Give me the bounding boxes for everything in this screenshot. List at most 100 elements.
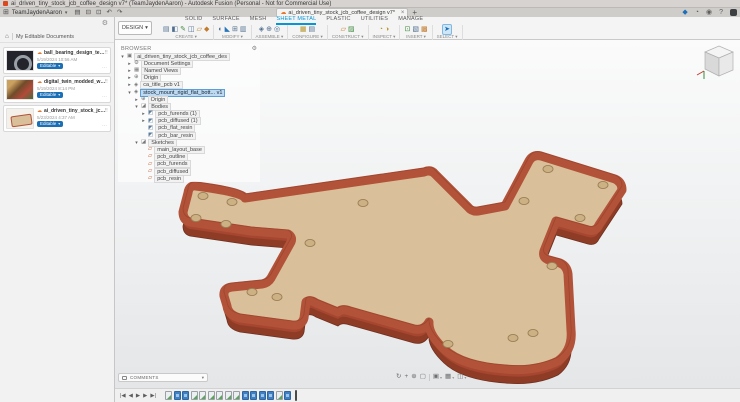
timeline-feature-feature-10[interactable] xyxy=(250,391,257,400)
timeline-feature-sketch-3[interactable] xyxy=(191,391,198,400)
expand-arrow-icon[interactable]: ▸ xyxy=(141,118,146,124)
part-body[interactable] xyxy=(183,152,622,384)
browser-item-stock-mount-rigid-flat-b[interactable]: ▾◈stock_mount_rigid_flat_bott... v1 xyxy=(118,89,260,96)
ribbon-tab-plastic[interactable]: PLASTIC xyxy=(326,16,350,25)
timeline-feature-feature-2[interactable] xyxy=(182,391,189,400)
expand-arrow-icon[interactable]: ▸ xyxy=(127,68,132,74)
timeline-feature-sketch-5[interactable] xyxy=(208,391,215,400)
create-sketch-icon[interactable]: ✎ xyxy=(180,25,186,34)
fit-icon[interactable]: ▢ xyxy=(420,372,426,382)
editable-badge[interactable]: Editable▾ xyxy=(37,92,63,98)
section-analysis-icon[interactable]: ◑ xyxy=(385,25,389,34)
file-menu-icon[interactable]: ▤ xyxy=(73,8,81,17)
step-back-button[interactable]: ◀ xyxy=(128,390,134,402)
model-canvas[interactable]: BROWSER ⚙ ▾▣ai_driven_tiny_stock_jcb_cof… xyxy=(115,40,740,388)
document-card[interactable]: ☁ai_driven_tiny_stock_jcb_coffe5/23/2024… xyxy=(3,105,111,132)
joint-origin-icon[interactable]: ◎ xyxy=(274,25,280,34)
ribbon-tab-utilities[interactable]: UTILITIES xyxy=(361,16,388,25)
notification-bell-icon[interactable]: ◉ xyxy=(704,8,714,17)
expand-arrow-icon[interactable]: ▾ xyxy=(127,90,132,96)
go-to-start-button[interactable]: |◀ xyxy=(119,390,127,402)
workspace-switcher[interactable]: DESIGN ▾ xyxy=(118,21,152,35)
timeline-feature-feature-12[interactable] xyxy=(267,391,274,400)
new-component-icon[interactable]: ◈ xyxy=(259,25,264,34)
user-avatar[interactable] xyxy=(730,9,737,16)
timeline-feature-feature-11[interactable] xyxy=(259,391,266,400)
insert-derive-icon[interactable]: ⊡ xyxy=(404,25,410,34)
help-icon[interactable]: ? xyxy=(717,8,725,17)
document-card[interactable]: ☁digital_twin_modded_wood_strip_5/19/202… xyxy=(3,76,111,103)
more-options-icon[interactable]: ⋯ xyxy=(102,123,107,129)
expand-arrow-icon[interactable]: ▾ xyxy=(120,54,125,60)
view-cube[interactable] xyxy=(697,46,733,79)
timeline-feature-sketch-6[interactable] xyxy=(216,391,223,400)
flat-pattern-icon[interactable]: ▱ xyxy=(197,25,202,34)
document-card[interactable]: ☁ball_bearing_design_template5/19/2024 1… xyxy=(3,47,111,74)
save-icon[interactable]: ⊟ xyxy=(85,8,92,17)
timeline-feature-sketch-0[interactable] xyxy=(165,391,172,400)
editable-badge[interactable]: Editable▾ xyxy=(37,121,63,127)
expand-arrow-icon[interactable]: ▾ xyxy=(134,140,139,146)
drag-handle-icon[interactable]: ⠿ xyxy=(104,50,107,56)
editable-badge[interactable]: Editable▾ xyxy=(37,63,63,69)
timeline-position-marker[interactable] xyxy=(295,390,297,401)
convert-to-sheet-metal-icon[interactable]: ◧ xyxy=(171,25,178,34)
expand-arrow-icon[interactable]: ▸ xyxy=(127,82,132,88)
configuration-table-icon[interactable]: ▤ xyxy=(309,25,316,34)
timeline-feature-sketch-7[interactable] xyxy=(225,391,232,400)
construction-axis-icon[interactable]: ▨ xyxy=(348,25,355,34)
browser-item-pcb-bar-resin[interactable]: ◩pcb_bar_resin xyxy=(118,132,260,139)
comments-bar[interactable]: COMMENTS ▾ xyxy=(118,373,208,382)
timeline-feature-feature-9[interactable] xyxy=(242,391,249,400)
orbit-icon[interactable]: ↻ xyxy=(396,372,401,382)
expand-arrow-icon[interactable]: ▸ xyxy=(141,111,146,117)
unfold-icon[interactable]: ◫ xyxy=(188,25,195,34)
offset-plane-icon[interactable]: ▱ xyxy=(341,25,346,34)
ribbon-tab-surface[interactable]: SURFACE xyxy=(212,16,239,25)
undo-icon[interactable]: ↶ xyxy=(105,8,112,17)
step-forward-button[interactable]: ▶ xyxy=(142,390,148,402)
timeline-feature-feature-1[interactable] xyxy=(174,391,181,400)
grid-settings-icon[interactable]: ▦ xyxy=(445,372,451,382)
expand-arrow-icon[interactable]: ▾ xyxy=(134,104,139,110)
combine-icon[interactable]: ⊞ xyxy=(232,25,238,34)
zoom-icon[interactable]: ⊕ xyxy=(411,372,416,382)
gear-icon[interactable]: ⚙ xyxy=(252,45,257,52)
play-button[interactable]: ▶ xyxy=(135,390,141,402)
measure-icon[interactable]: ◔ xyxy=(379,25,383,34)
data-panel-toggle-icon[interactable]: ⊞ xyxy=(3,8,9,17)
ribbon-tab-manage[interactable]: MANAGE xyxy=(398,16,423,25)
drag-handle-icon[interactable]: ⠿ xyxy=(104,108,107,114)
timeline-feature-sketch-8[interactable] xyxy=(233,391,240,400)
export-icon[interactable]: ⊡ xyxy=(95,8,102,17)
press-pull-icon[interactable]: ◐ xyxy=(218,25,222,34)
browser-item-main-layout-base[interactable]: ▱main_layout_base xyxy=(118,146,260,153)
fillet-icon[interactable]: ◣ xyxy=(225,25,230,34)
viewports-icon[interactable]: ◫ xyxy=(457,372,463,382)
decal-icon[interactable]: ▧ xyxy=(412,25,419,34)
home-icon[interactable]: ⌂ xyxy=(5,33,9,40)
timeline-feature-feature-14[interactable] xyxy=(284,391,291,400)
redo-icon[interactable]: ↷ xyxy=(116,8,123,17)
pan-icon[interactable]: + xyxy=(404,372,408,382)
drag-handle-icon[interactable]: ⠿ xyxy=(104,79,107,85)
ribbon-tab-solid[interactable]: SOLID xyxy=(185,16,203,25)
expand-arrow-icon[interactable]: ▸ xyxy=(127,75,132,81)
data-panel-header[interactable]: ⌂ My Editable Documents xyxy=(0,31,114,43)
more-options-icon[interactable]: ⋯ xyxy=(102,94,107,100)
display-settings-icon[interactable]: ▣ xyxy=(433,372,439,382)
browser-item-document-settings[interactable]: ▸⚙Document Settings xyxy=(118,60,260,67)
extensions-icon[interactable]: ◆ xyxy=(680,8,689,17)
timeline-feature-sketch-4[interactable] xyxy=(199,391,206,400)
ribbon-tab-mesh[interactable]: MESH xyxy=(250,16,267,25)
browser-item-pcb-diffused[interactable]: ▱pcb_diffused xyxy=(118,168,260,175)
timeline-feature-sketch-13[interactable] xyxy=(276,391,283,400)
browser-item-origin[interactable]: ▸⊕Origin xyxy=(118,96,260,103)
joint-icon[interactable]: ⊕ xyxy=(266,25,272,34)
job-status-icon[interactable]: ◔ xyxy=(693,8,701,17)
flange-icon[interactable]: ▤ xyxy=(163,25,170,34)
browser-item-named-views[interactable]: ▸▦Named Views xyxy=(118,67,260,74)
gear-icon[interactable]: ⚙ xyxy=(102,19,108,27)
team-switcher[interactable]: TeamJaydenAaron xyxy=(12,10,62,16)
expand-arrow-icon[interactable]: ▸ xyxy=(127,61,132,67)
